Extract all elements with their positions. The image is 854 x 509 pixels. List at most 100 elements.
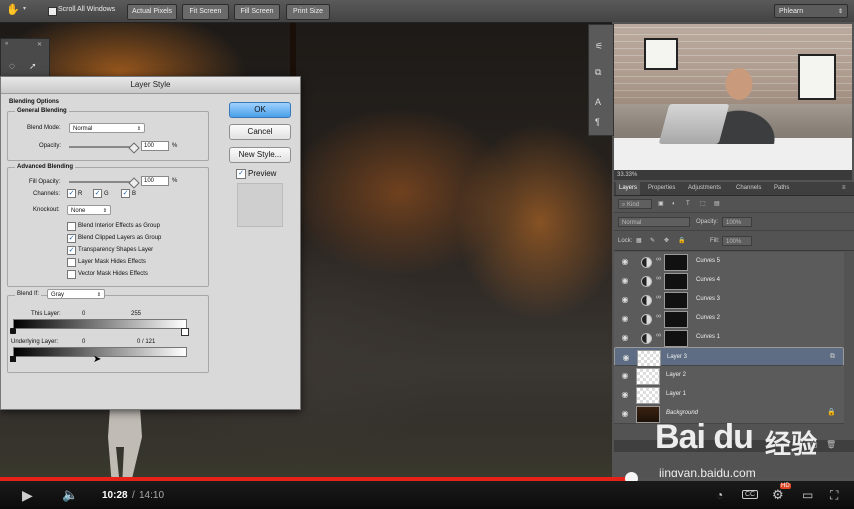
- layer-mask-thumbnail[interactable]: [664, 273, 688, 290]
- opacity-field[interactable]: 100: [141, 141, 169, 151]
- eye-icon[interactable]: ◉: [618, 408, 632, 419]
- layer-row-curves-5[interactable]: ◉ ∞ Curves 5: [614, 252, 844, 272]
- cancel-button[interactable]: Cancel: [229, 124, 291, 140]
- knockout-label: Knockout:: [33, 207, 60, 213]
- zoom-level: 33.33%: [617, 172, 638, 178]
- pixel-filter-icon[interactable]: ▣: [658, 199, 664, 209]
- scroll-all-checkbox[interactable]: [48, 7, 57, 16]
- underlying-black-handle[interactable]: [10, 356, 16, 362]
- channel-r-checkbox[interactable]: ✓: [67, 189, 76, 198]
- fill-opacity-slider[interactable]: [69, 181, 135, 183]
- eye-icon[interactable]: ◉: [618, 256, 632, 267]
- tab-properties[interactable]: Properties: [648, 182, 675, 195]
- eye-icon[interactable]: ◉: [618, 389, 632, 400]
- layer-name: Curves 3: [696, 296, 721, 302]
- fill-field[interactable]: 100%: [722, 236, 752, 246]
- brush-settings-icon[interactable]: ⚟: [595, 41, 603, 52]
- actual-pixels-button[interactable]: Actual Pixels: [127, 4, 177, 20]
- layer-blend-mode-select[interactable]: Normal: [618, 217, 690, 227]
- layer-mask-thumbnail[interactable]: [664, 254, 688, 271]
- layer-opacity-field[interactable]: 100%: [722, 217, 752, 227]
- hand-tool-icon[interactable]: ✋: [6, 3, 20, 16]
- this-layer-gradient[interactable]: [13, 319, 187, 329]
- channel-b-checkbox[interactable]: ✓: [121, 189, 130, 198]
- close-icon[interactable]: ✕: [37, 41, 42, 48]
- tab-adjustments[interactable]: Adjustments: [688, 182, 721, 195]
- volume-icon[interactable]: 🔈: [62, 487, 78, 503]
- adjustment-filter-icon[interactable]: ◐: [672, 199, 676, 209]
- eye-icon[interactable]: ◉: [618, 294, 632, 305]
- shape-filter-icon[interactable]: ⬚: [700, 199, 706, 209]
- layer-row-curves-3[interactable]: ◉ ∞ Curves 3: [614, 290, 844, 310]
- eye-icon[interactable]: ◉: [618, 370, 632, 381]
- this-layer-white-handle[interactable]: [181, 328, 189, 336]
- eye-icon[interactable]: ◉: [619, 352, 633, 363]
- layer-thumbnail[interactable]: [636, 387, 660, 404]
- play-icon[interactable]: ▶: [22, 487, 33, 504]
- paragraph-icon[interactable]: ¶: [595, 117, 600, 127]
- kind-filter-select[interactable]: ⌕ Kind: [618, 199, 652, 209]
- preview-checkbox[interactable]: ✓: [236, 169, 246, 179]
- eye-icon[interactable]: ◉: [618, 313, 632, 324]
- layer-mask-thumbnail[interactable]: [664, 292, 688, 309]
- eye-icon[interactable]: ◉: [618, 332, 632, 343]
- tool-preset-chevron-icon[interactable]: ▾: [23, 5, 26, 12]
- captions-button[interactable]: CC: [742, 490, 759, 499]
- opacity-slider[interactable]: [69, 146, 135, 148]
- collapse-icon[interactable]: «: [5, 41, 8, 47]
- new-style-button[interactable]: New Style...: [229, 147, 291, 163]
- layer-mask-thumbnail[interactable]: [664, 330, 688, 347]
- layer-row-curves-1[interactable]: ◉ ∞ Curves 1: [614, 328, 844, 348]
- panel-menu-icon[interactable]: ≡: [842, 182, 846, 195]
- layer-thumbnail[interactable]: [637, 350, 661, 367]
- settings-gear-icon[interactable]: ⚙: [772, 487, 784, 503]
- knockout-select[interactable]: None ⇕: [67, 205, 111, 215]
- this-layer-black-handle[interactable]: [10, 328, 16, 334]
- fill-opacity-field[interactable]: 100: [141, 176, 169, 186]
- tab-paths[interactable]: Paths: [774, 182, 789, 195]
- layer-row-layer-2[interactable]: ◉ Layer 2: [614, 366, 844, 386]
- blend-interior-checkbox[interactable]: [67, 222, 76, 231]
- layer-thumbnail[interactable]: [636, 368, 660, 385]
- watch-later-icon[interactable]: ◔: [716, 488, 723, 502]
- vector-mask-hides-checkbox[interactable]: [67, 270, 76, 279]
- channel-g-checkbox[interactable]: ✓: [93, 189, 102, 198]
- fit-screen-button[interactable]: Fit Screen: [182, 4, 229, 20]
- layer-row-layer-1[interactable]: ◉ Layer 1: [614, 385, 844, 405]
- clone-source-icon[interactable]: ⧉: [595, 67, 601, 78]
- layer-mask-hides-checkbox[interactable]: [67, 258, 76, 267]
- blend-if-select[interactable]: Gray ⇕: [47, 289, 105, 299]
- layer-mask-thumbnail[interactable]: [664, 311, 688, 328]
- tab-layers[interactable]: Layers: [616, 182, 641, 195]
- lasso-tool-icon[interactable]: ◌: [9, 61, 15, 72]
- ok-button[interactable]: OK: [229, 102, 291, 118]
- type-filter-icon[interactable]: T: [686, 199, 690, 209]
- lock-position-icon[interactable]: ✥: [664, 236, 669, 246]
- layer-row-curves-4[interactable]: ◉ ∞ Curves 4: [614, 271, 844, 291]
- eye-icon[interactable]: ◉: [618, 275, 632, 286]
- lock-all-icon[interactable]: 🔒: [678, 236, 685, 246]
- options-bar: ✋ ▾ Scroll All Windows Actual Pixels Fit…: [0, 0, 854, 23]
- fullscreen-icon[interactable]: ⛶: [830, 488, 838, 503]
- fill-screen-button[interactable]: Fill Screen: [234, 4, 280, 20]
- opacity-label: Opacity:: [39, 143, 62, 149]
- smart-object-filter-icon[interactable]: ▤: [714, 199, 720, 209]
- move-tool-icon[interactable]: ➚: [29, 61, 37, 72]
- blend-clipped-checkbox[interactable]: ✓: [67, 234, 76, 243]
- transparency-shapes-checkbox[interactable]: ✓: [67, 246, 76, 255]
- layer-row-layer-3[interactable]: ◉ Layer 3 ⧉: [614, 347, 844, 367]
- channel-r-label: R: [78, 191, 83, 197]
- layer-style-icon[interactable]: ⧉: [830, 352, 835, 362]
- tab-channels[interactable]: Channels: [736, 182, 761, 195]
- layer-row-curves-2[interactable]: ◉ ∞ Curves 2: [614, 309, 844, 329]
- general-blending-heading: General Blending: [15, 108, 69, 114]
- lock-transparent-icon[interactable]: ▦: [636, 236, 642, 246]
- knockout-value: None: [71, 208, 86, 214]
- theater-mode-icon[interactable]: ▭: [802, 488, 813, 502]
- lock-image-icon[interactable]: ✎: [650, 236, 655, 246]
- blending-options-heading[interactable]: Blending Options: [9, 99, 59, 105]
- character-icon[interactable]: A: [595, 97, 601, 107]
- print-size-button[interactable]: Print Size: [286, 4, 330, 20]
- blend-mode-select[interactable]: Normal ⇕: [69, 123, 145, 133]
- workspace-select[interactable]: Phlearn ⇕: [774, 4, 848, 18]
